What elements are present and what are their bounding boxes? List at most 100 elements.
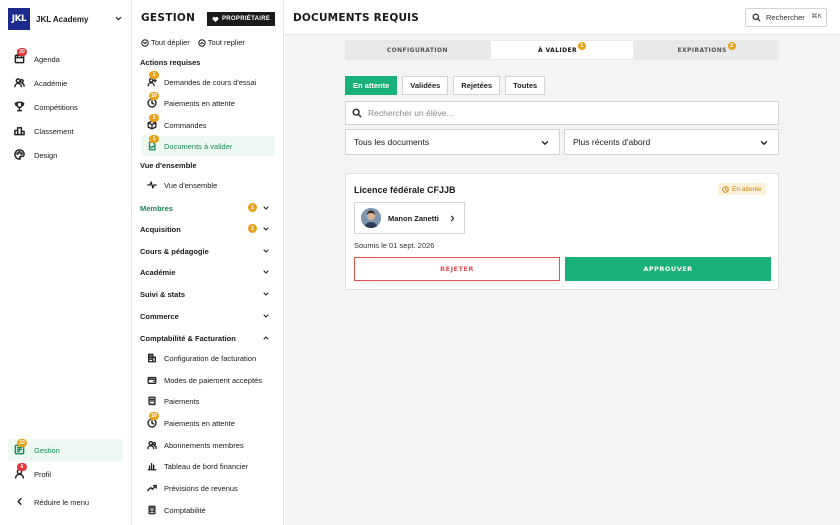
chevron-left-icon [17,498,22,505]
finance-item-payment-modes[interactable]: Modes de paiement acceptés [141,370,275,390]
collapse-menu-button[interactable]: Réduire le menu [8,491,123,513]
finance-item-billing-config[interactable]: Configuration de facturation [141,348,275,368]
student-search-input[interactable] [368,108,778,118]
group-badge: 1 [248,203,257,212]
status-filters: En attente Validées Rejetées Toutes [345,76,546,95]
group-comptabilite[interactable]: Comptabilité & Facturation [140,331,270,345]
sidebar-item-profil[interactable]: 6 Profil [8,463,123,485]
panel-title: GESTION [141,12,196,24]
approve-button[interactable]: APPROUVER [565,257,771,281]
avatar [361,208,381,228]
group-acquisition[interactable]: Acquisition 1 [140,222,270,236]
tab-configuration[interactable]: CONFIGURATION [346,41,489,59]
finance-label: Tableau de bord financier [164,461,249,471]
sidebar-item-label: Académie [34,78,68,88]
users-icon [14,78,25,88]
bar-chart-icon [147,462,157,471]
finance-label: Prévisions de revenus [164,483,238,493]
action-badge: 3 [149,114,159,122]
sidebar-item-agenda[interactable]: 20 Agenda [8,48,123,70]
group-label: Suivi & stats [140,289,186,299]
chevron-down-icon [263,206,269,210]
document-title: Licence fédérale CFJJB [354,185,456,195]
sidebar-item-competitions[interactable]: Compétitions [8,96,123,118]
tab-badge: 2 [727,42,736,50]
chevron-down-icon [263,314,269,318]
filter-all[interactable]: Toutes [505,76,546,95]
tab-to-validate[interactable]: À VALIDER 1 [490,41,634,59]
page-title: DOCUMENTS REQUIS [293,12,420,24]
expand-toggles: Tout déplier Tout replier [141,38,245,47]
chevron-down-icon[interactable] [114,14,123,23]
group-academie[interactable]: Académie [140,265,270,279]
expand-all-label: Tout déplier [151,38,190,47]
receipt-icon [148,396,156,406]
student-search [345,101,779,125]
trophy-icon [14,101,25,112]
group-commerce[interactable]: Commerce [140,309,270,323]
action-pending-payments[interactable]: 10 Paiements en attente [141,92,275,113]
chevron-down-icon [541,141,549,145]
finance-item-accounting[interactable]: Comptabilité [141,500,275,520]
sidebar-item-design[interactable]: Design [8,144,123,166]
sidebar-item-gestion[interactable]: 23 Gestion [8,439,123,461]
tab-expirations[interactable]: EXPIRATIONS 2 [635,41,778,59]
chevron-right-icon [450,215,455,222]
action-documents-to-validate[interactable]: 1 Documents à valider [141,135,275,156]
group-membres[interactable]: Membres 1 [140,201,270,215]
chevron-down-icon [263,292,269,296]
finance-item-subscriptions[interactable]: Abonnements membres [141,435,275,455]
action-label: Documents à valider [164,141,233,151]
filter-rejected[interactable]: Rejetées [453,76,501,95]
expand-all-button[interactable]: Tout déplier [141,38,190,47]
search-label: Rechercher [766,13,805,22]
group-label: Comptabilité & Facturation [140,333,236,343]
global-search-button[interactable]: Rechercher ⌘K [745,8,827,27]
brand[interactable]: JKL JKL Academy [8,8,88,30]
action-badge: 10 [149,92,159,100]
search-shortcut: ⌘K [811,13,822,20]
action-label: Commandes [164,120,207,130]
chevron-down-icon [263,249,269,253]
group-label: Membres [140,203,173,213]
action-badge: 1 [149,71,159,79]
finance-item-pending-payments[interactable]: 10 Paiements en attente [141,412,275,433]
finance-label: Configuration de facturation [164,353,257,363]
tab-bar: CONFIGURATION À VALIDER 1 EXPIRATIONS 2 [345,40,779,60]
sort-value: Plus récents d'abord [573,137,651,147]
filter-validated[interactable]: Validées [402,76,449,95]
main-content: DOCUMENTS REQUIS Rechercher ⌘K CONFIGURA… [285,0,840,525]
finance-item-dashboard[interactable]: Tableau de bord financier [141,456,275,476]
owner-badge-label: PROPRIÉTAIRE [222,16,271,22]
finance-label: Comptabilité [164,505,206,515]
group-badge: 1 [248,224,257,233]
student-link[interactable]: Manon Zanetti [354,202,465,234]
filter-pending[interactable]: En attente [345,76,398,95]
group-suivi[interactable]: Suivi & stats [140,287,270,301]
sort-select[interactable]: Plus récents d'abord [564,129,779,155]
reject-button[interactable]: REJETER [354,257,560,281]
chevron-down-icon [263,227,269,231]
finance-label: Paiements [164,396,200,406]
sidebar-item-label: Profil [34,469,52,479]
sidebar-item-label: Gestion [34,445,60,455]
action-label: Demandes de cours d'essai [164,77,257,87]
action-trial-requests[interactable]: 1 Demandes de cours d'essai [141,71,275,92]
sidebar-item-academie[interactable]: Académie [8,72,123,94]
finance-item-payments[interactable]: Paiements [141,391,275,411]
action-badge: 1 [149,135,159,143]
finance-label: Modes de paiement acceptés [164,375,262,385]
collapse-all-button[interactable]: Tout replier [198,38,245,47]
tab-label: EXPIRATIONS [677,46,727,54]
calculator-icon [148,505,156,515]
document-type-select[interactable]: Tous les documents [345,129,560,155]
sidebar-item-classement[interactable]: Classement [8,120,123,142]
group-cours[interactable]: Cours & pédagogie [140,244,270,258]
collapse-icon [198,38,206,47]
student-name: Manon Zanetti [388,213,439,223]
finance-item-forecast[interactable]: Prévisions de revenus [141,478,275,498]
status-label: En attente [732,185,762,193]
overview-item[interactable]: Vue d'ensemble [141,175,275,195]
podium-icon [14,127,25,136]
action-orders[interactable]: 3 Commandes [141,114,275,135]
